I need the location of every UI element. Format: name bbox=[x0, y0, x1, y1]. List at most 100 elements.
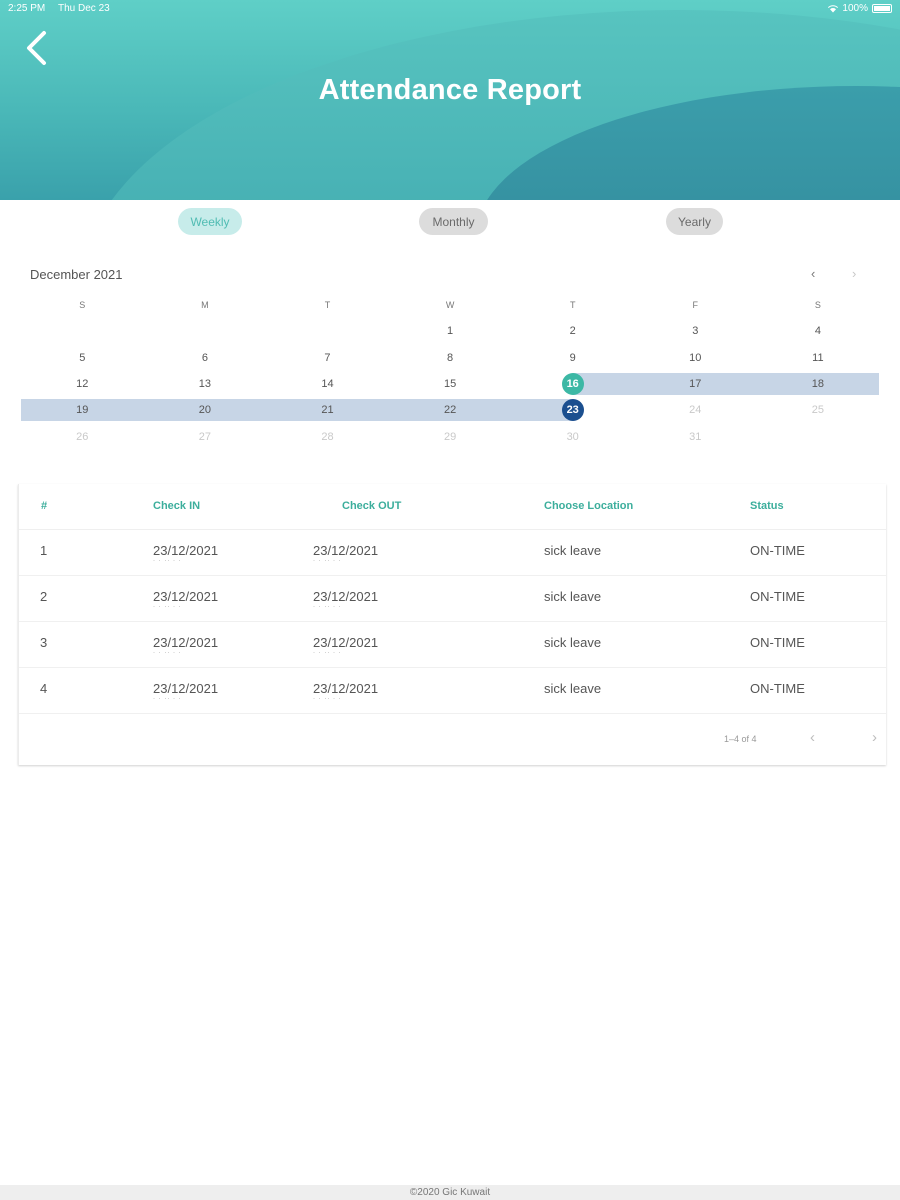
weekday-label: T bbox=[324, 300, 331, 310]
calendar-day[interactable]: 21 bbox=[266, 397, 389, 423]
calendar-day[interactable]: 5 bbox=[21, 344, 144, 370]
header-banner: 2:25 PM Thu Dec 23 100% Attendance Repor… bbox=[0, 0, 900, 200]
calendar-day-disabled: 26 bbox=[76, 430, 89, 443]
calendar-day[interactable]: 10 bbox=[634, 344, 757, 370]
calendar-day[interactable]: 20 bbox=[144, 397, 267, 423]
chevron-right-icon: › bbox=[872, 729, 877, 746]
row-number: 2 bbox=[40, 589, 48, 604]
calendar-day[interactable]: 6 bbox=[144, 344, 267, 370]
check-in-time-cutoff: · · ·· · · bbox=[153, 650, 182, 656]
check-in-date: 23/12/2021 bbox=[153, 543, 219, 558]
check-in-cell: 23/12/2021 · · ·· · · bbox=[153, 681, 218, 702]
column-header-status: Status bbox=[750, 500, 784, 512]
attendance-table: # Check IN Check OUT Choose Location Sta… bbox=[18, 484, 886, 765]
table-row[interactable]: 2 23/12/2021 · · ·· · · 23/12/2021 · · ·· … bbox=[19, 576, 886, 622]
table-row[interactable]: 3 23/12/2021 · · ·· · · 23/12/2021 · · ·· … bbox=[19, 622, 886, 668]
weekday-label: F bbox=[692, 300, 699, 310]
calendar-day[interactable]: 9 bbox=[511, 344, 634, 370]
calendar-day-range-start[interactable]: 16 bbox=[511, 371, 634, 397]
calendar-day-disabled: 31 bbox=[689, 430, 702, 443]
battery-icon bbox=[872, 4, 892, 13]
calendar-day-disabled: 30 bbox=[566, 430, 579, 443]
calendar-week: 1 2 3 4 bbox=[21, 318, 879, 344]
calendar-day[interactable]: 15 bbox=[389, 371, 512, 397]
calendar-weekday-row: S M T W T F S bbox=[21, 292, 879, 318]
tab-weekly[interactable]: Weekly bbox=[178, 208, 242, 235]
column-header-check-out: Check OUT bbox=[342, 500, 402, 512]
check-in-time-cutoff: · · ·· · · bbox=[153, 558, 182, 564]
battery-percent: 100% bbox=[842, 3, 868, 14]
pagination-next-button[interactable]: › bbox=[872, 729, 877, 746]
weekday-label: S bbox=[814, 300, 821, 310]
weekday-label: W bbox=[445, 300, 455, 310]
tab-monthly[interactable]: Monthly bbox=[419, 208, 488, 235]
calendar-day-range-end[interactable]: 23 bbox=[511, 397, 634, 423]
check-in-cell: 23/12/2021 · · ·· · · bbox=[153, 635, 218, 656]
calendar-prev-button[interactable]: ‹ bbox=[811, 266, 815, 281]
status-cell: ON-TIME bbox=[750, 589, 805, 604]
calendar-day[interactable]: 19 bbox=[21, 397, 144, 423]
calendar-day bbox=[144, 318, 267, 344]
check-out-time-cutoff: · · ·· · · bbox=[313, 558, 342, 564]
page-title: Attendance Report bbox=[318, 74, 582, 106]
calendar-day[interactable]: 1 bbox=[389, 318, 512, 344]
status-cell: ON-TIME bbox=[750, 543, 805, 558]
pagination-prev-button[interactable]: ‹ bbox=[810, 729, 815, 746]
chevron-right-icon: › bbox=[852, 266, 857, 281]
status-date: Thu Dec 23 bbox=[58, 3, 110, 14]
calendar-day[interactable]: 17 bbox=[634, 371, 757, 397]
status-right: 100% bbox=[828, 3, 892, 14]
calendar-grid: S M T W T F S 1 2 3 4 5 6 7 8 9 10 11 12… bbox=[21, 292, 879, 450]
table-header: # Check IN Check OUT Choose Location Sta… bbox=[19, 484, 886, 530]
calendar-next-button[interactable]: › bbox=[852, 266, 856, 281]
status-cell: ON-TIME bbox=[750, 681, 805, 696]
location-cell: sick leave bbox=[544, 589, 602, 604]
row-number: 4 bbox=[40, 681, 48, 696]
calendar-day[interactable]: 2 bbox=[511, 318, 634, 344]
check-out-cell: 23/12/2021 · · ·· · · bbox=[313, 635, 378, 656]
range-end-marker: 23 bbox=[561, 399, 584, 422]
check-in-time-cutoff: · · ·· · · bbox=[153, 604, 182, 610]
row-number: 1 bbox=[40, 543, 48, 558]
status-time: 2:25 PM bbox=[8, 3, 46, 14]
calendar-day[interactable]: 8 bbox=[389, 344, 512, 370]
check-out-cell: 23/12/2021 · · ·· · · bbox=[313, 681, 378, 702]
check-in-cell: 23/12/2021 · · ·· · · bbox=[153, 543, 218, 564]
calendar-day[interactable]: 18 bbox=[757, 371, 880, 397]
column-header-check-in: Check IN bbox=[153, 500, 201, 512]
calendar-day[interactable]: 12 bbox=[21, 371, 144, 397]
column-header-number: # bbox=[41, 500, 48, 512]
calendar-day[interactable]: 3 bbox=[634, 318, 757, 344]
calendar-week: 12 13 14 15 16 17 18 bbox=[21, 371, 879, 397]
check-in-cell: 23/12/2021 · · ·· · · bbox=[153, 589, 218, 610]
table-pagination: 1–4 of 4 ‹ › bbox=[19, 714, 886, 764]
table-row[interactable]: 4 23/12/2021 · · ·· · · 23/12/2021 · · ·· … bbox=[19, 668, 886, 714]
chevron-left-icon: ‹ bbox=[811, 266, 816, 281]
check-in-time-cutoff: · · ·· · · bbox=[153, 696, 182, 702]
check-out-cell: 23/12/2021 · · ·· · · bbox=[313, 589, 378, 610]
row-number: 3 bbox=[40, 635, 48, 650]
back-button[interactable] bbox=[22, 28, 56, 68]
calendar-day[interactable]: 13 bbox=[144, 371, 267, 397]
check-out-time-cutoff: · · ·· · · bbox=[313, 696, 342, 702]
location-cell: sick leave bbox=[544, 681, 602, 696]
pagination-range: 1–4 of 4 bbox=[724, 734, 757, 744]
calendar-day-disabled: 24 bbox=[689, 404, 702, 417]
calendar-day[interactable]: 11 bbox=[757, 344, 880, 370]
calendar-day[interactable]: 22 bbox=[389, 397, 512, 423]
tab-yearly[interactable]: Yearly bbox=[666, 208, 723, 235]
check-in-date: 23/12/2021 bbox=[153, 589, 219, 604]
check-in-date: 23/12/2021 bbox=[153, 635, 219, 650]
weekday-label: M bbox=[201, 300, 209, 310]
calendar-day bbox=[21, 318, 144, 344]
calendar-day[interactable]: 14 bbox=[266, 371, 389, 397]
status-cell: ON-TIME bbox=[750, 635, 805, 650]
check-out-time-cutoff: · · ·· · · bbox=[313, 650, 342, 656]
calendar-day[interactable]: 4 bbox=[757, 318, 880, 344]
calendar-day[interactable]: 7 bbox=[266, 344, 389, 370]
table-row[interactable]: 1 23/12/2021 · · ·· · · 23/12/2021 · · ·· … bbox=[19, 530, 886, 576]
location-cell: sick leave bbox=[544, 543, 602, 558]
weekday-label: S bbox=[79, 300, 86, 310]
check-out-date: 23/12/2021 bbox=[313, 589, 379, 604]
check-in-date: 23/12/2021 bbox=[153, 681, 219, 696]
